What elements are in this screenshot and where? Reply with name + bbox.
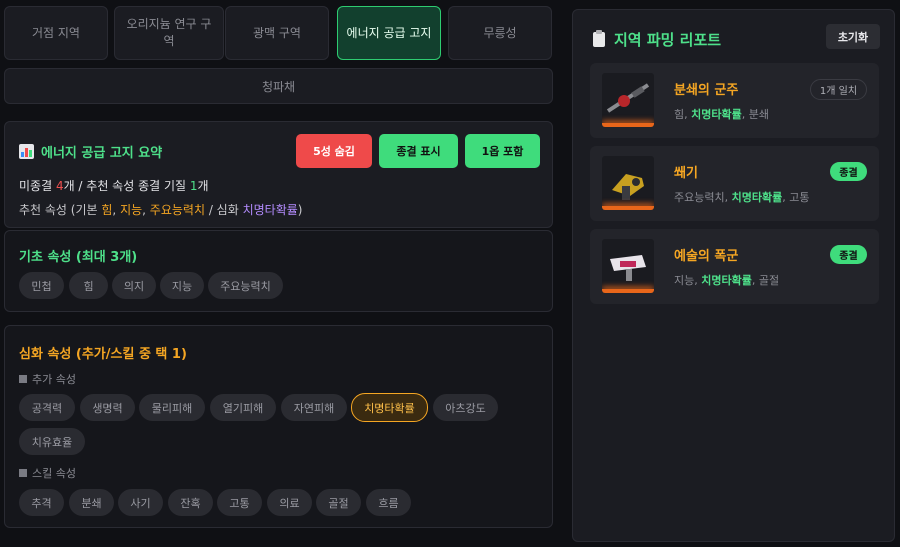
- skill-attrs-label: 스킬 속성: [19, 465, 76, 481]
- tab-originium-research[interactable]: 오리지늄 연구 구역: [114, 6, 224, 60]
- extra-attrs-label: 추가 속성: [19, 371, 76, 387]
- tab-energy-highland[interactable]: 에너지 공급 고지: [337, 6, 441, 60]
- weapon-card[interactable]: 쐐기 종결 주요능력치, 치명타확률, 고통: [590, 146, 879, 221]
- chip-medical[interactable]: 의료: [267, 489, 312, 516]
- bar-chart-icon: [19, 144, 34, 159]
- chip-strength[interactable]: 힘: [69, 272, 108, 299]
- include-1opt-button[interactable]: 1옵 포함: [465, 134, 540, 168]
- tab-cheongpa[interactable]: 청파채: [4, 68, 553, 104]
- weapon-attrs: 힘, 치명타확률, 분쇄: [674, 108, 769, 121]
- chip-pain[interactable]: 고통: [217, 489, 262, 516]
- weapon-card[interactable]: 분쇄의 군주 1개 일치 힘, 치명타확률, 분쇄: [590, 63, 879, 138]
- chip-nature-dmg[interactable]: 자연피해: [281, 394, 347, 421]
- weapon-image: [602, 73, 654, 127]
- tab-ore-vein[interactable]: 광맥 구역: [225, 6, 329, 60]
- chip-morale[interactable]: 사기: [118, 489, 163, 516]
- summary-panel: 에너지 공급 고지 요약 5성 숨김 종결 표시 1옵 포함 미종결 4개 / …: [4, 121, 553, 228]
- advanced-attrs-panel: 심화 속성 (추가/스킬 중 택 1) 추가 속성 공격력 생명력 물리피해 열…: [4, 325, 553, 528]
- summary-title: 에너지 공급 고지 요약: [19, 142, 162, 161]
- farming-report-panel: 지역 파밍 리포트 초기화 분쇄의 군주 1개 일치 힘, 치명타확률, 분쇄: [572, 9, 895, 542]
- chip-hp[interactable]: 생명력: [80, 394, 135, 421]
- weapon-name: 분쇄의 군주: [674, 83, 739, 98]
- chip-crush[interactable]: 분쇄: [69, 489, 114, 516]
- chip-main-stat[interactable]: 주요능력치: [208, 272, 283, 299]
- basic-attrs-panel: 기초 속성 (최대 3개) 민첩 힘 의지 지능 주요능력치: [4, 230, 553, 312]
- tab-mureung[interactable]: 무릉성: [448, 6, 552, 60]
- final-badge: 종결: [830, 162, 867, 181]
- report-title: 지역 파밍 리포트: [593, 29, 721, 50]
- chip-heat-dmg[interactable]: 열기피해: [210, 394, 276, 421]
- summary-title-text: 에너지 공급 고지 요약: [41, 146, 163, 161]
- weapon-image: [602, 239, 654, 293]
- chip-brutality[interactable]: 잔혹: [168, 489, 213, 516]
- weapon-card[interactable]: 예술의 폭군 종결 지능, 치명타확률, 골절: [590, 229, 879, 304]
- chip-fracture[interactable]: 골절: [316, 489, 361, 516]
- chip-physical-dmg[interactable]: 물리피해: [139, 394, 205, 421]
- weapon-attrs: 지능, 치명타확률, 골절: [674, 274, 780, 287]
- left-pane: 거점 지역 오리지늄 연구 구역 광맥 구역 에너지 공급 고지 무릉성 청파채…: [0, 0, 560, 547]
- chip-attack[interactable]: 공격력: [19, 394, 75, 421]
- show-final-button[interactable]: 종결 표시: [379, 134, 458, 168]
- basic-attrs-title: 기초 속성 (최대 3개): [19, 250, 138, 265]
- weapon-name: 쐐기: [674, 166, 698, 181]
- final-badge: 종결: [830, 245, 867, 264]
- reset-button[interactable]: 초기화: [826, 24, 880, 49]
- clipboard-icon: [593, 30, 605, 47]
- recommended-attrs-line: 추천 속성 (기본 힘, 지능, 주요능력치 / 심화 치명타확률): [19, 203, 303, 217]
- match-badge: 1개 일치: [810, 79, 867, 100]
- weapon-name: 예술의 폭군: [674, 249, 739, 264]
- unfinished-count-line: 미종결 4개 / 추천 속성 종결 기질 1개: [19, 179, 209, 193]
- chip-crit-rate[interactable]: 치명타확률: [351, 393, 428, 422]
- advanced-attrs-title: 심화 속성 (추가/스킬 중 택 1): [19, 347, 187, 362]
- tab-base-area[interactable]: 거점 지역: [4, 6, 108, 60]
- chip-agility[interactable]: 민첩: [19, 272, 64, 299]
- hide-5star-button[interactable]: 5성 숨김: [296, 134, 372, 168]
- chip-arts-intensity[interactable]: 아츠강도: [433, 394, 498, 421]
- chip-intellect[interactable]: 지능: [160, 272, 204, 299]
- weapon-image: [602, 156, 654, 210]
- chip-pursuit[interactable]: 추격: [19, 489, 64, 516]
- chip-flow[interactable]: 흐름: [366, 489, 411, 516]
- chip-will[interactable]: 의지: [112, 272, 156, 299]
- chip-heal-efficiency[interactable]: 치유효율: [19, 428, 85, 455]
- weapon-attrs: 주요능력치, 치명타확률, 고통: [674, 191, 810, 204]
